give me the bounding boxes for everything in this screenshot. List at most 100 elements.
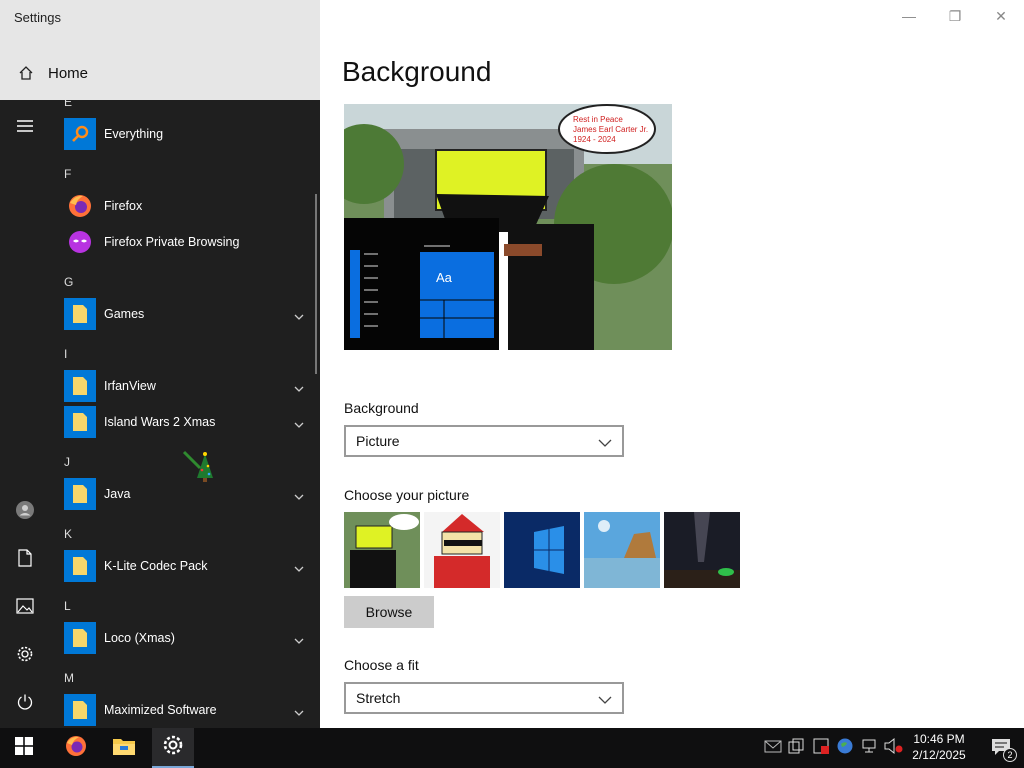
group-letter[interactable]: J <box>64 455 70 469</box>
background-label: Background <box>344 400 419 416</box>
app-name: IrfanView <box>104 379 156 393</box>
chevron-down-icon[interactable] <box>294 704 304 722</box>
firefox-private-icon <box>64 226 96 258</box>
background-dropdown[interactable]: Picture <box>344 425 624 457</box>
mail-icon[interactable] <box>764 739 784 758</box>
group-letter[interactable]: K <box>64 527 72 541</box>
chevron-down-icon <box>598 435 612 451</box>
network-icon[interactable] <box>860 738 880 759</box>
window-controls: — ❐ ✕ <box>886 0 1024 32</box>
folder-icon <box>64 370 96 402</box>
app-name: Everything <box>104 127 164 141</box>
documents-button[interactable] <box>0 540 50 580</box>
nav-home[interactable]: Home <box>0 56 320 90</box>
firefox-icon <box>64 190 96 222</box>
fit-label: Choose a fit <box>344 657 419 673</box>
pictures-button[interactable] <box>0 588 50 628</box>
clock-date: 2/12/2025 <box>912 748 966 762</box>
folder-icon <box>64 478 96 510</box>
minimize-button[interactable]: — <box>886 0 932 32</box>
group-letter[interactable]: G <box>64 275 73 289</box>
chevron-down-icon[interactable] <box>294 488 304 506</box>
start-rail <box>0 100 50 728</box>
app-item-island-wars[interactable]: Island Wars 2 Xmas <box>64 405 304 439</box>
group-letter[interactable]: I <box>64 347 67 361</box>
fit-dropdown[interactable]: Stretch <box>344 682 624 714</box>
picture-thumb-1[interactable] <box>344 512 420 588</box>
folder-icon <box>64 406 96 438</box>
folder-icon <box>112 736 136 761</box>
taskbar-settings[interactable] <box>152 728 194 768</box>
chevron-down-icon[interactable] <box>294 560 304 578</box>
app-name: Firefox <box>104 199 143 213</box>
volume-muted-icon[interactable] <box>884 737 906 759</box>
picture-thumb-3[interactable] <box>504 512 580 588</box>
globe-icon[interactable] <box>836 737 856 760</box>
pictures-icon <box>16 597 34 619</box>
fit-dropdown-value: Stretch <box>356 690 401 706</box>
app-item-irfanview[interactable]: IrfanView <box>64 369 304 403</box>
security-alert-icon[interactable] <box>812 737 832 760</box>
app-name: Maximized Software <box>104 703 217 717</box>
close-button[interactable]: ✕ <box>978 0 1024 32</box>
app-list: E Everything F Firefox Firefox Private B… <box>50 100 320 728</box>
app-item-loco[interactable]: Loco (Xmas) <box>64 621 304 655</box>
hamburger-icon <box>16 119 34 138</box>
preview-sign-line-2: James Earl Carter Jr. <box>573 125 648 134</box>
settings-content: — ❐ ✕ Background Rest in Peace James Ear… <box>320 0 1024 728</box>
chevron-down-icon[interactable] <box>294 416 304 434</box>
christmas-tree-cursor-icon <box>182 450 218 489</box>
app-name: Firefox Private Browsing <box>104 235 240 249</box>
taskbar-firefox[interactable] <box>54 728 98 768</box>
folder-icon <box>64 622 96 654</box>
picture-thumb-4[interactable] <box>584 512 660 588</box>
firefox-icon <box>64 734 88 763</box>
background-dropdown-value: Picture <box>356 433 400 449</box>
chevron-down-icon[interactable] <box>294 380 304 398</box>
app-item-everything[interactable]: Everything <box>64 117 304 151</box>
restore-button[interactable]: ❐ <box>932 0 978 32</box>
app-name: Loco (Xmas) <box>104 631 175 645</box>
choose-picture-label: Choose your picture <box>344 487 470 503</box>
app-item-maximized-software[interactable]: Maximized Software <box>64 693 304 727</box>
settings-button[interactable] <box>0 636 50 676</box>
power-button[interactable] <box>0 684 50 724</box>
start-menu: E Everything F Firefox Firefox Private B… <box>0 100 320 728</box>
picture-thumb-5[interactable] <box>664 512 740 588</box>
nav-home-label: Home <box>48 64 89 82</box>
chevron-down-icon[interactable] <box>294 632 304 650</box>
taskbar: 10:46 PM 2/12/2025 2 <box>0 728 1024 768</box>
clock-time: 10:46 PM <box>913 732 965 746</box>
chevron-down-icon <box>598 692 612 708</box>
group-letter[interactable]: E <box>64 100 72 109</box>
start-button[interactable] <box>0 728 48 768</box>
app-item-firefox[interactable]: Firefox <box>64 189 304 223</box>
chevron-down-icon[interactable] <box>294 308 304 326</box>
windows-logo-icon <box>15 736 33 760</box>
group-letter[interactable]: F <box>64 167 71 181</box>
folder-icon <box>64 550 96 582</box>
picture-thumbnails <box>344 512 740 588</box>
app-item-games[interactable]: Games <box>64 297 304 331</box>
group-letter[interactable]: L <box>64 599 71 613</box>
page-title: Background <box>342 56 492 87</box>
user-button[interactable] <box>0 492 50 532</box>
search-icon <box>64 118 96 150</box>
notification-icon: 2 <box>991 738 1017 762</box>
preview-sign-line-1: Rest in Peace <box>573 115 623 124</box>
group-letter[interactable]: M <box>64 671 74 685</box>
app-name: Java <box>104 487 131 501</box>
app-item-k-lite[interactable]: K-Lite Codec Pack <box>64 549 304 583</box>
window-title: Settings <box>14 10 61 25</box>
browse-button[interactable]: Browse <box>344 596 434 628</box>
app-item-firefox-private[interactable]: Firefox Private Browsing <box>64 225 304 259</box>
action-center-button[interactable]: 2 <box>980 728 1024 768</box>
taskbar-clock[interactable]: 10:46 PM 2/12/2025 <box>906 731 972 763</box>
hamburger-button[interactable] <box>0 108 50 148</box>
preview-tile-label: Aa <box>436 270 453 285</box>
app-list-scrollbar[interactable] <box>315 194 317 374</box>
app-name: Games <box>104 307 145 321</box>
picture-thumb-2[interactable] <box>424 512 500 588</box>
task-view-icon[interactable] <box>788 738 808 759</box>
taskbar-file-explorer[interactable] <box>102 728 146 768</box>
